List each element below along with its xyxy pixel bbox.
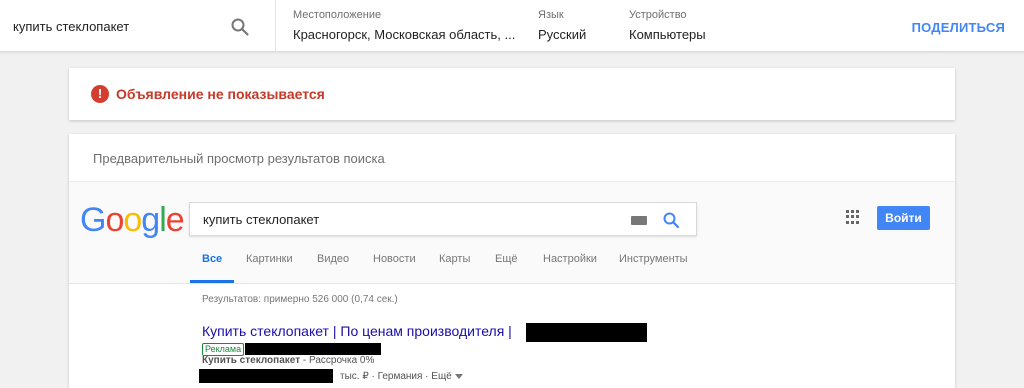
device-value[interactable]: Компьютеры (629, 27, 706, 42)
search-preview-card: Предварительный просмотр результатов пои… (69, 134, 955, 388)
device-label: Устройство (629, 9, 687, 21)
error-icon: ! (91, 85, 109, 103)
location-label: Местоположение (293, 9, 382, 21)
share-button[interactable]: ПОДЕЛИТЬСЯ (912, 20, 1005, 35)
query-field[interactable]: купить стеклопакет (0, 0, 276, 52)
redacted-block (526, 323, 647, 342)
logo-letter: o (123, 201, 142, 239)
redacted-block (199, 369, 333, 383)
tab-more[interactable]: Ещё (495, 253, 518, 265)
redacted-block (245, 343, 381, 355)
preview-title: Предварительный просмотр результатов пои… (93, 151, 385, 166)
ad-description: Купить стеклопакет - Рассрочка 0% (202, 355, 374, 366)
signin-button[interactable]: Войти (877, 206, 930, 230)
ad-status-card: ! Объявление не показывается (69, 68, 955, 120)
active-tab-indicator (190, 280, 234, 283)
preview-toolbar: купить стеклопакет Местоположение Красно… (0, 0, 1024, 52)
apps-grid-icon[interactable] (846, 210, 860, 224)
device-selector[interactable]: Устройство Компьютеры (629, 0, 739, 52)
tab-settings[interactable]: Настройки (543, 253, 597, 265)
ad-description-rest: - Рассрочка 0% (300, 355, 375, 366)
search-icon[interactable] (230, 17, 250, 37)
query-text[interactable]: купить стеклопакет (13, 19, 129, 34)
search-icon[interactable] (662, 211, 680, 229)
google-search-box[interactable]: купить стеклопакет (189, 202, 697, 236)
tab-images[interactable]: Картинки (246, 253, 293, 265)
location-selector[interactable]: Местоположение Красногорск, Московская о… (293, 0, 515, 52)
ad-extension-text: тыс. ₽ · Германия · Ещё (340, 371, 452, 382)
language-label: Язык (538, 9, 564, 21)
ad-extension: тыс. ₽ · Германия · Ещё (340, 371, 463, 382)
ad-headline-link[interactable]: Купить стеклопакет | По ценам производит… (202, 323, 512, 339)
google-logo: Google (80, 201, 185, 240)
tab-tools[interactable]: Инструменты (619, 253, 688, 265)
ad-status-text: Объявление не показывается (116, 86, 325, 102)
logo-letter: o (105, 201, 124, 239)
google-search-text[interactable]: купить стеклопакет (203, 212, 319, 227)
caret-down-icon[interactable] (454, 373, 463, 379)
tab-all[interactable]: Все (202, 253, 222, 265)
logo-letter: g (141, 201, 160, 239)
result-stats: Результатов: примерно 526 000 (0,74 сек.… (202, 294, 398, 305)
logo-letter: e (165, 201, 185, 239)
tab-maps[interactable]: Карты (439, 253, 470, 265)
serp-preview: Google купить стеклопакет Войти Все Карт… (69, 181, 955, 388)
logo-letter: G (80, 201, 106, 239)
language-value[interactable]: Русский (538, 27, 586, 42)
serp-header: Google купить стеклопакет Войти Все Карт… (69, 182, 955, 284)
location-value[interactable]: Красногорск, Московская область, ... (293, 27, 515, 42)
tab-video[interactable]: Видео (317, 253, 349, 265)
tab-news[interactable]: Новости (373, 253, 416, 265)
ad-description-bold: Купить стеклопакет (202, 355, 301, 366)
keyboard-icon[interactable] (631, 216, 647, 225)
language-selector[interactable]: Язык Русский (538, 0, 608, 52)
